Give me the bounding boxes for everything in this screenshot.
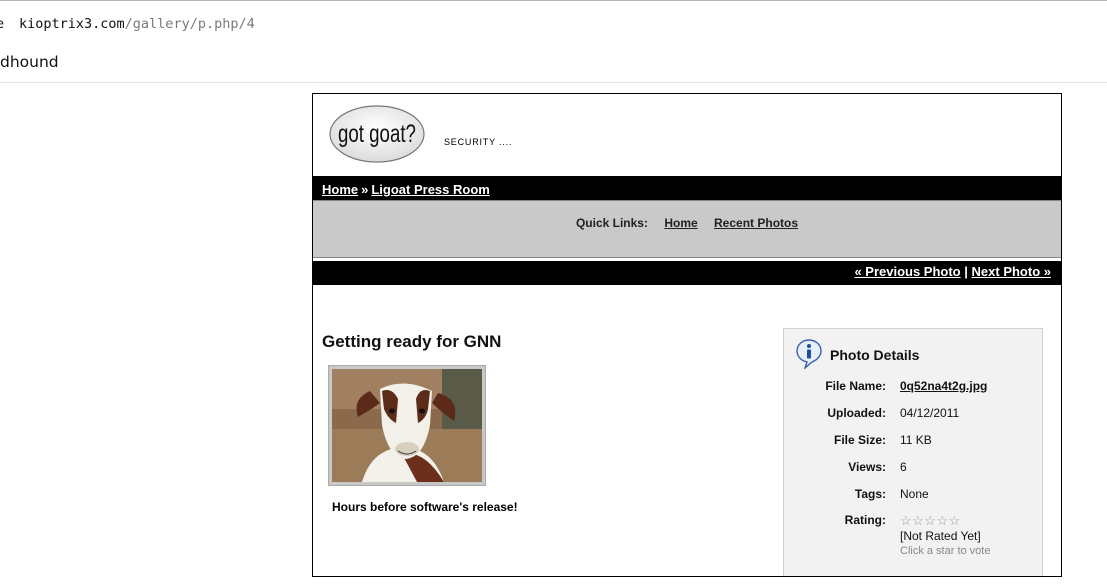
url-host: kioptrix3.com <box>19 16 125 32</box>
detail-value: None <box>900 487 929 501</box>
quick-links-bar: Quick Links: Home Recent Photos <box>313 200 1061 258</box>
detail-value: 04/12/2011 <box>900 406 960 420</box>
url-text[interactable]: kioptrix3.com/gallery/p.php/4 <box>19 16 255 32</box>
detail-label: File Size: <box>833 433 886 447</box>
photo-title: Getting ready for GNN <box>322 332 502 351</box>
site-logo[interactable]: got goat? <box>328 104 426 164</box>
quick-link-home[interactable]: Home <box>664 216 697 230</box>
toolbar-divider <box>0 82 1107 83</box>
breadcrumb-home-link[interactable]: Home <box>322 182 358 197</box>
address-bar-frame[interactable] <box>0 0 1107 1</box>
breadcrumb-album-link[interactable]: Ligoat Press Room <box>371 182 489 197</box>
info-icon <box>796 339 822 369</box>
rating-label: Rating: <box>844 513 886 527</box>
breadcrumb: Home» Ligoat Press Room <box>313 176 1061 200</box>
photo-content: Getting ready for GNN Hours before softw… <box>313 285 1061 576</box>
next-photo-link[interactable]: Next Photo » <box>972 264 1051 279</box>
detail-label: Views: <box>848 460 886 474</box>
logo-text: got goat? <box>338 119 416 147</box>
breadcrumb-separator: » <box>361 182 369 197</box>
gallery-page: got goat? SECURITY .... Home» Ligoat Pres… <box>312 93 1062 577</box>
quick-links-label: Quick Links: <box>575 216 648 230</box>
photo-details-panel: Photo Details File Name: 0q52na4t2g.jpg … <box>783 328 1043 576</box>
site-header: got goat? SECURITY .... <box>313 94 1061 176</box>
vote-hint: Click a star to vote <box>900 545 991 557</box>
detail-value: 11 KB <box>900 433 932 447</box>
bookmark-item[interactable]: dhound <box>0 53 59 71</box>
rating-status: [Not Rated Yet] <box>900 529 981 543</box>
photo-details-title: Photo Details <box>830 347 920 363</box>
photo-navigation: « Previous Photo | Next Photo » <box>313 261 1061 285</box>
quick-link-recent-photos[interactable]: Recent Photos <box>714 216 798 230</box>
url-lead-fragment: e <box>0 16 5 32</box>
detail-label: File Name: <box>825 379 886 393</box>
detail-label: Tags: <box>854 487 886 501</box>
detail-value: 0q52na4t2g.jpg <box>900 379 987 393</box>
photo-caption: Hours before software's release! <box>332 500 518 514</box>
rating-stars[interactable]: ☆☆☆☆☆ <box>900 513 961 529</box>
previous-photo-link[interactable]: « Previous Photo <box>854 264 960 279</box>
photo-nav-separator: | <box>964 264 968 279</box>
detail-value: 6 <box>900 460 907 474</box>
detail-label: Uploaded: <box>827 406 886 420</box>
file-name-link[interactable]: 0q52na4t2g.jpg <box>900 379 987 393</box>
goat-photo <box>332 369 482 482</box>
photo-thumbnail[interactable] <box>328 365 486 486</box>
site-tagline: SECURITY .... <box>444 137 513 147</box>
url-path: /gallery/p.php/4 <box>124 16 255 32</box>
